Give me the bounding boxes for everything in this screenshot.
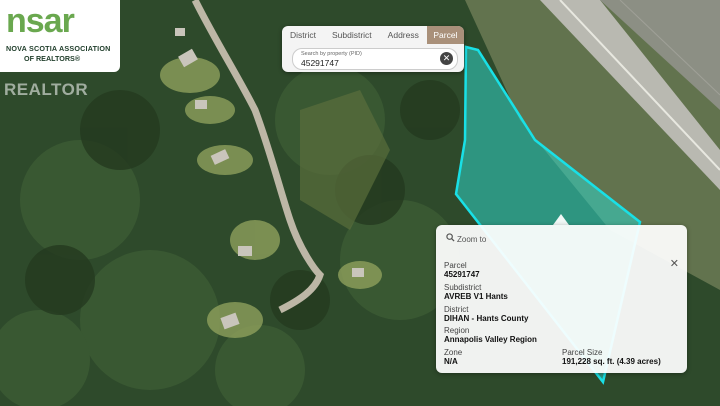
parcel-value: 45291747: [444, 270, 480, 279]
tab-address[interactable]: Address: [380, 26, 427, 44]
subdistrict-label: Subdistrict: [444, 283, 482, 292]
logo-mark: nsar: [6, 2, 75, 40]
district-label: District: [444, 305, 469, 314]
close-icon[interactable]: ✕: [670, 257, 679, 270]
search-input[interactable]: Search by property (PID) 45291747 ✕: [292, 48, 458, 70]
region-label: Region: [444, 326, 470, 335]
region-value: Annapolis Valley Region: [444, 335, 537, 344]
subdistrict-value: AVREB V1 Hants: [444, 292, 508, 301]
parcel-size-value: 191,228 sq. ft. (4.39 acres): [562, 357, 661, 366]
tab-subdistrict[interactable]: Subdistrict: [324, 26, 380, 44]
nsar-logo: nsar NOVA SCOTIA ASSOCIATION OF REALTORS…: [0, 0, 120, 72]
clear-search-icon[interactable]: ✕: [440, 52, 453, 65]
district-value: DIHAN - Hants County: [444, 314, 529, 323]
logo-line1: NOVA SCOTIA ASSOCIATION: [6, 44, 111, 53]
zoom-to-link[interactable]: Zoom to: [446, 233, 486, 244]
zone-value: N/A: [444, 357, 458, 366]
tab-district[interactable]: District: [282, 26, 324, 44]
search-value[interactable]: 45291747: [301, 58, 339, 68]
parcel-size-label: Parcel Size: [562, 348, 603, 357]
parcel-info-panel: Zoom to ✕ Parcel 45291747 Subdistrict AV…: [436, 225, 687, 373]
tab-parcel[interactable]: Parcel: [426, 26, 464, 44]
search-panel: District Subdistrict Address Parcel Sear…: [282, 26, 464, 72]
zone-label: Zone: [444, 348, 463, 357]
zoom-to-label: Zoom to: [457, 235, 487, 244]
search-tabs: District Subdistrict Address Parcel: [282, 26, 464, 44]
realtor-watermark: REALTOR: [4, 80, 89, 99]
logo-line2: OF REALTORS®: [24, 54, 81, 63]
parcel-label: Parcel: [444, 261, 467, 270]
magnifier-icon: [446, 233, 455, 244]
search-label: Search by property (PID): [301, 51, 362, 57]
